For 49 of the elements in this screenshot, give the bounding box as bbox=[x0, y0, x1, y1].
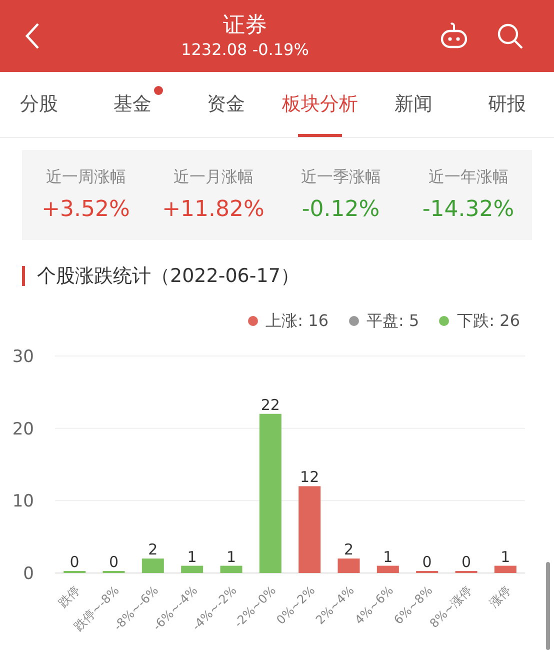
stat-label: 近一年涨幅 bbox=[428, 166, 508, 188]
bar-value-label: 1 bbox=[187, 547, 197, 566]
tab[interactable]: 板块分析 bbox=[273, 72, 367, 137]
y-tick-label: 0 bbox=[23, 564, 34, 584]
bar bbox=[181, 565, 204, 572]
stat-value: +3.52% bbox=[42, 196, 130, 224]
tab[interactable]: 分股 bbox=[0, 72, 86, 137]
legend-label: 平盘: 5 bbox=[366, 310, 420, 332]
bar-value-label: 0 bbox=[422, 552, 432, 570]
section-marker bbox=[22, 266, 25, 286]
index-quote: 1232.08 -0.19% bbox=[181, 40, 309, 60]
bar-value-label: 1 bbox=[383, 547, 393, 566]
bar bbox=[494, 565, 516, 572]
y-tick-label: 30 bbox=[12, 346, 34, 366]
y-tick-label: 20 bbox=[12, 418, 34, 439]
stat-label: 近一季涨幅 bbox=[300, 166, 381, 188]
page-title: 证券 bbox=[223, 12, 267, 40]
legend-label: 下跌: 26 bbox=[457, 310, 520, 332]
robot-icon bbox=[439, 22, 469, 50]
bar-value-label: 0 bbox=[70, 552, 80, 570]
search-icon bbox=[496, 22, 524, 50]
stat-value: +11.82% bbox=[162, 196, 264, 224]
tab[interactable]: 基金 bbox=[86, 72, 180, 137]
bar-value-label: 22 bbox=[260, 395, 280, 414]
tab-underline bbox=[298, 134, 342, 137]
tab[interactable]: 研报 bbox=[460, 72, 554, 137]
bar-value-label: 0 bbox=[108, 552, 119, 570]
bar bbox=[338, 558, 360, 572]
bar bbox=[142, 558, 164, 572]
section-title: 个股涨跌统计（2022-06-17） bbox=[37, 264, 300, 289]
stat-value: -14.32% bbox=[422, 196, 514, 224]
y-tick-label: 10 bbox=[12, 491, 34, 512]
bar bbox=[220, 565, 242, 572]
stat-label: 近一月涨幅 bbox=[173, 166, 254, 188]
stat-value: -0.12% bbox=[302, 196, 380, 224]
bar bbox=[376, 565, 399, 572]
bar-value-label: 12 bbox=[300, 468, 320, 486]
bar-value-label: 2 bbox=[344, 540, 354, 558]
tab[interactable]: 资金 bbox=[179, 72, 274, 137]
stat-label: 近一周涨幅 bbox=[46, 166, 126, 188]
bar-value-label: 1 bbox=[226, 547, 236, 566]
legend-label: 上涨: 16 bbox=[266, 310, 328, 332]
bar-value-label: 0 bbox=[461, 552, 472, 570]
bar-value-label: 2 bbox=[148, 540, 158, 558]
x-axis-label: 涨停 bbox=[486, 582, 514, 610]
bar-value-label: 1 bbox=[500, 547, 510, 566]
back-icon bbox=[24, 22, 40, 50]
x-axis-label: 跌停 bbox=[56, 582, 83, 610]
tab[interactable]: 新闻 bbox=[366, 72, 460, 137]
